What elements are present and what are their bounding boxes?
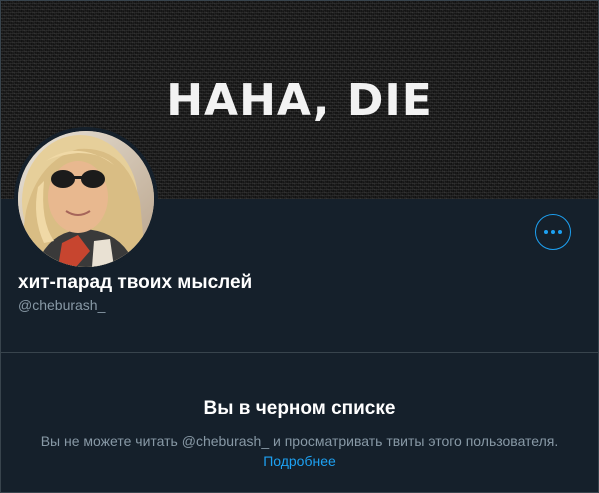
banner-text: HAHA, DIE (166, 75, 433, 126)
learn-more-container: Подробнее (1, 451, 598, 471)
profile-page: HAHA, DIE хит-парад твоих мыслей @chebur… (0, 0, 599, 493)
blocked-description: Вы не можете читать @cheburash_ и просма… (40, 433, 559, 449)
more-options-button[interactable] (535, 214, 571, 250)
learn-more-link[interactable]: Подробнее (263, 453, 336, 469)
blocked-title: Вы в черном списке (203, 398, 396, 419)
divider (1, 352, 598, 353)
avatar[interactable] (14, 127, 158, 271)
avatar-image (18, 131, 154, 267)
profile-display-name: хит-парад твоих мыслей (18, 272, 253, 293)
profile-handle: @cheburash_ (18, 297, 106, 313)
more-horizontal-icon (544, 230, 562, 234)
